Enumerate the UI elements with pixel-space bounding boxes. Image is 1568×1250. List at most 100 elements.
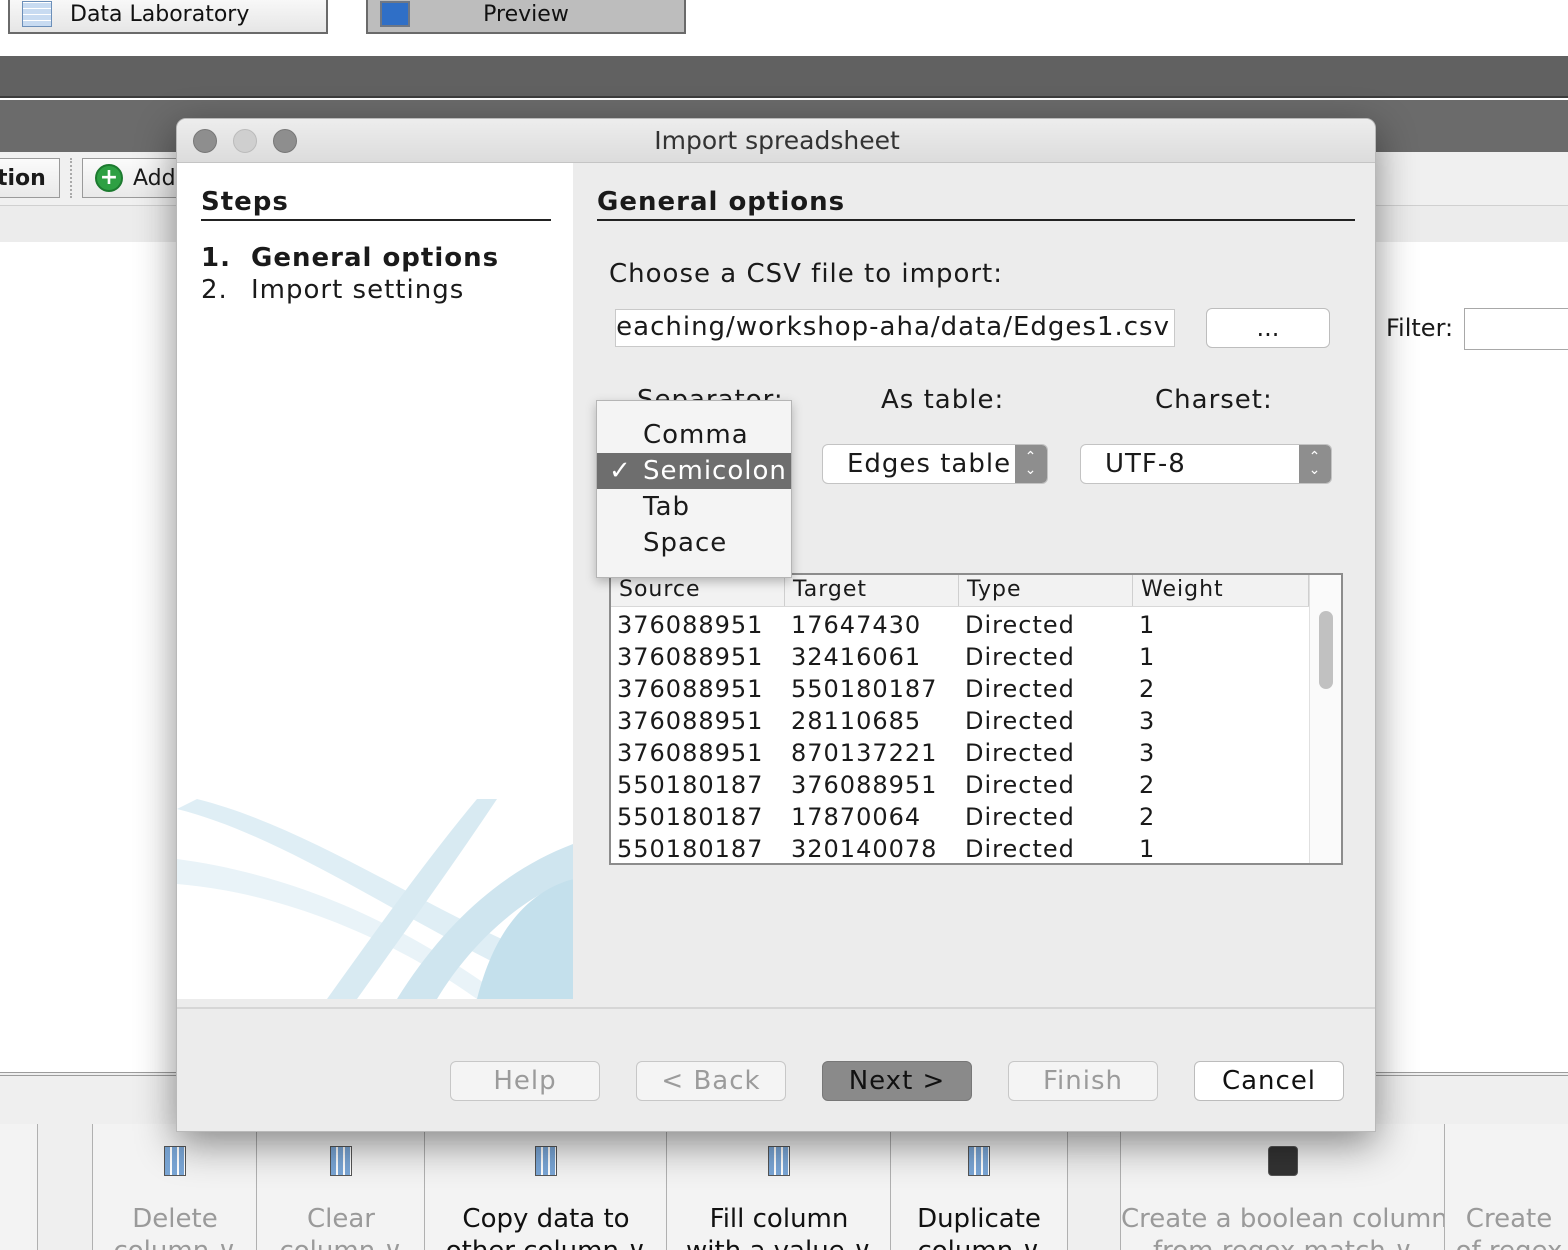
preview-header-row: Source Target Type Weight (611, 575, 1309, 607)
table-cell: 550180187 (617, 803, 764, 831)
separator-dropdown-menu: Comma ✓ Semicolon Tab Space (596, 400, 792, 578)
table-row[interactable]: 376088951 28110685 Directed 3 (611, 705, 1309, 737)
as-table-label: As table: (881, 385, 1005, 415)
table-row[interactable]: 550180187 17870064 Directed 2 (611, 801, 1309, 833)
preview-tab[interactable]: Preview (366, 0, 686, 34)
as-table-value: Edges table (847, 449, 1012, 479)
charset-label: Charset: (1155, 385, 1273, 415)
tool-label: from regex match ∨ (1121, 1236, 1445, 1250)
button-bar-divider (177, 1007, 1375, 1009)
table-cell: Directed (965, 707, 1075, 735)
column-tool-partial[interactable] (0, 1124, 38, 1250)
table-cell: 1 (1139, 835, 1156, 863)
table-cell: 550180187 (617, 835, 764, 863)
column-icon (768, 1146, 790, 1176)
table-cell: 1 (1139, 611, 1156, 639)
step-import-settings: 2. Import settings (201, 275, 464, 305)
table-cell: 376088951 (617, 611, 764, 639)
tool-label: other column ∨ (425, 1236, 667, 1250)
table-row[interactable]: 550180187 320140078 Directed 1 (611, 833, 1309, 863)
table-cell: 17870064 (791, 803, 922, 831)
data-laboratory-label: Data Laboratory (70, 1, 250, 27)
clear-column-tool[interactable]: Clear column ∨ (256, 1124, 426, 1250)
up-down-arrows-icon: ⌃ ⌄ (1015, 445, 1047, 483)
table-cell: Directed (965, 739, 1075, 767)
tool-label: Create (1465, 1204, 1553, 1234)
table-cell: 550180187 (617, 771, 764, 799)
steps-panel: Steps 1. General options 2. Import setti… (177, 163, 573, 999)
table-cell: 28110685 (791, 707, 922, 735)
finish-button[interactable]: Finish (1008, 1061, 1158, 1101)
as-table-select[interactable]: Edges table ⌃ ⌄ (822, 444, 1048, 484)
preview-scrollbar[interactable] (1309, 575, 1341, 863)
table-cell: Directed (965, 643, 1075, 671)
tool-label: column ∨ (93, 1236, 257, 1250)
choose-file-label: Choose a CSV file to import: (609, 259, 1003, 289)
option-label: Space (643, 528, 728, 558)
filter-input[interactable] (1464, 308, 1568, 350)
dialog-title: Import spreadsheet (654, 126, 900, 155)
tool-label: column ∨ (891, 1236, 1067, 1250)
step-number: 1. (201, 243, 231, 273)
app-dark-bar (0, 56, 1568, 98)
scrollbar-thumb[interactable] (1319, 611, 1333, 689)
column-header-source: Source (611, 575, 785, 606)
table-cell: Directed (965, 803, 1075, 831)
table-cell: 376088951 (617, 739, 764, 767)
table-row[interactable]: 376088951 32416061 Directed 1 (611, 641, 1309, 673)
fill-column-tool[interactable]: Fill column with a value ∨ (666, 1124, 892, 1250)
toolbar-separator (70, 158, 72, 198)
delete-column-tool[interactable]: Delete column ∨ (92, 1124, 258, 1250)
create-regex-column-tool[interactable]: Create of regex (1444, 1124, 1568, 1250)
separator-option-tab[interactable]: Tab (597, 489, 791, 525)
table-row[interactable]: 376088951 870137221 Directed 3 (611, 737, 1309, 769)
table-cell: 2 (1139, 803, 1156, 831)
table-cell: 320140078 (791, 835, 938, 863)
browse-button[interactable]: ... (1206, 308, 1330, 348)
separator-option-space[interactable]: Space (597, 525, 791, 561)
separator-option-comma[interactable]: Comma (597, 417, 791, 453)
table-cell: 870137221 (791, 739, 938, 767)
checkmark-icon: ✓ (609, 456, 632, 486)
column-icon (968, 1146, 990, 1176)
column-icon (164, 1146, 186, 1176)
next-button[interactable]: Next > (822, 1061, 972, 1101)
data-laboratory-tab[interactable]: Data Laboratory (8, 0, 328, 34)
binoculars-icon (1268, 1146, 1298, 1176)
table-cell: Directed (965, 771, 1075, 799)
file-path-field[interactable]: ‹/teaching/workshop-aha/data/Edges1.csv (615, 309, 1175, 347)
tool-label: Duplicate (917, 1204, 1041, 1234)
configuration-button[interactable]: tion (0, 158, 60, 198)
table-cell: 17647430 (791, 611, 922, 639)
tool-label: Create a boolean column (1121, 1204, 1448, 1234)
plus-icon: + (95, 164, 123, 192)
file-path-value: ‹/teaching/workshop-aha/data/Edges1.csv (615, 312, 1170, 342)
table-row[interactable]: 376088951 17647430 Directed 1 (611, 609, 1309, 641)
column-header-type: Type (959, 575, 1133, 606)
table-cell: Directed (965, 835, 1075, 863)
preview-body: 376088951 17647430 Directed 1 376088951 32416… (611, 609, 1309, 863)
tool-label: Clear (307, 1204, 375, 1234)
duplicate-column-tool[interactable]: Duplicate column ∨ (890, 1124, 1068, 1250)
boolean-regex-column-tool[interactable]: Create a boolean column from regex match… (1120, 1124, 1448, 1250)
step-label: General options (251, 243, 500, 273)
cancel-button[interactable]: Cancel (1194, 1061, 1344, 1101)
app-top-bar: Data Laboratory Preview (0, 0, 1568, 56)
up-down-arrows-icon: ⌃ ⌄ (1299, 445, 1331, 483)
option-label: Tab (643, 492, 691, 522)
back-button[interactable]: < Back (636, 1061, 786, 1101)
csv-preview-table[interactable]: Source Target Type Weight 376088951 17647… (609, 573, 1343, 865)
table-cell: 2 (1139, 675, 1156, 703)
separator-option-semicolon[interactable]: ✓ Semicolon (597, 453, 791, 489)
table-cell: 376088951 (617, 643, 764, 671)
charset-select[interactable]: UTF-8 ⌃ ⌄ (1080, 444, 1332, 484)
column-header-target: Target (785, 575, 959, 606)
table-cell: Directed (965, 611, 1075, 639)
table-cell: 3 (1139, 739, 1156, 767)
option-label: Semicolon (643, 456, 787, 486)
table-row[interactable]: 376088951 550180187 Directed 2 (611, 673, 1309, 705)
table-row[interactable]: 550180187 376088951 Directed 2 (611, 769, 1309, 801)
help-button[interactable]: Help (450, 1061, 600, 1101)
filter-label: Filter: (1386, 314, 1454, 342)
copy-data-tool[interactable]: Copy data to other column ∨ (424, 1124, 668, 1250)
